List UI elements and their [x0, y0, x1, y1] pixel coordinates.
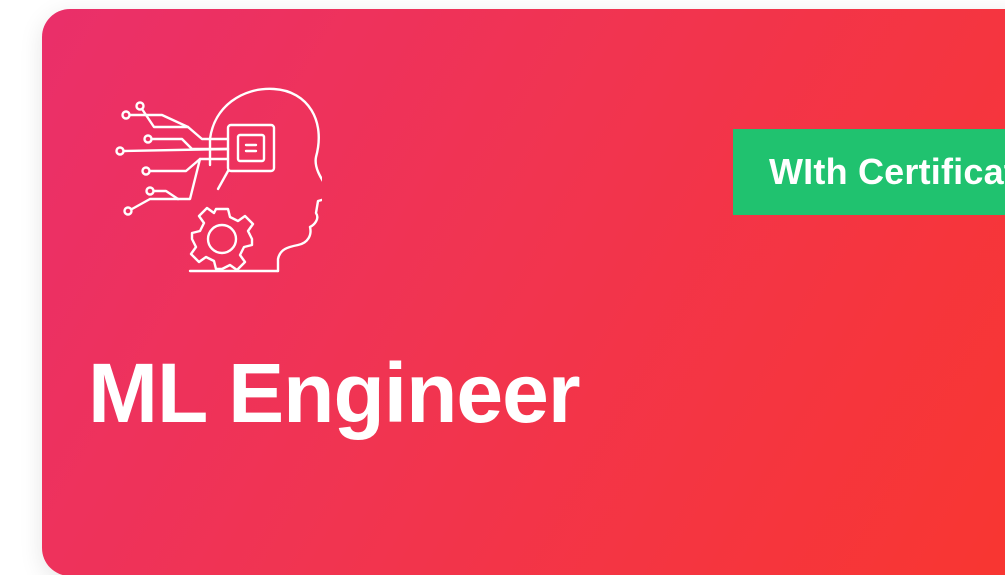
ai-head-circuit-gear-icon — [102, 79, 331, 274]
certificate-badge: WIth Certificate — [733, 129, 1005, 215]
course-title: ML Engineer — [88, 346, 581, 440]
page: WIth Certificate ML Engineer — [0, 0, 1005, 575]
course-card[interactable]: WIth Certificate ML Engineer — [42, 9, 1005, 575]
